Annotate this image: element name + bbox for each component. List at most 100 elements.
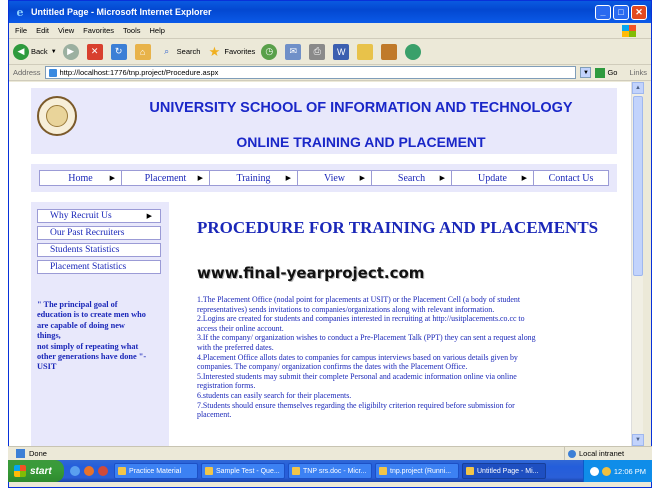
go-button[interactable]: Go [607, 68, 617, 77]
task-tnp-project[interactable]: tnp.project (Runni... [375, 463, 459, 479]
procedure-line: representatives) sends invitations to co… [197, 304, 495, 314]
main-nav: Home ▶ Placement ▶ Training ▶ View ▶ Search ▶… [31, 164, 617, 192]
windows-flag-icon [14, 465, 26, 477]
main-content: PROCEDURE FOR TRAINING AND PLACEMENTS ww… [179, 202, 617, 446]
site-subtitle: ONLINE TRAINING AND PLACEMENT [236, 134, 486, 150]
print-button[interactable]: ⎙ [309, 43, 327, 60]
search-label: Search [176, 47, 201, 56]
back-arrow-icon: ◀ [13, 43, 29, 60]
menu-favorites[interactable]: Favorites [83, 26, 114, 35]
nav-arrow-icon: ▶ [521, 174, 527, 182]
procedure-line: 4.Placement Office allots dates to compa… [197, 352, 518, 362]
favorites-button[interactable]: ★ Favorites [206, 43, 256, 60]
university-logo [37, 96, 77, 136]
procedure-line: 1.The Placement Office (nodal point for … [197, 295, 521, 304]
procedure-line: 7.Students should ensure themselves rega… [197, 400, 515, 410]
address-input[interactable]: http://localhost:1776/tnp.project/Proced… [44, 66, 577, 79]
edit-button[interactable]: W [333, 43, 351, 60]
mail-icon: ✉ [285, 43, 302, 60]
page-viewport: UNIVERSITY SCHOOL OF INFORMATION AND TEC… [9, 82, 631, 446]
task-practice-material[interactable]: Practice Material [114, 463, 198, 479]
media-icon[interactable] [98, 466, 108, 476]
taskbar: start Practice Material Sample Test - Qu… [8, 460, 652, 482]
history-button[interactable]: ◷ [261, 43, 279, 60]
menu-bar: File Edit View Favorites Tools Help [9, 23, 651, 39]
forward-button[interactable]: ▶ [62, 43, 81, 60]
stop-button[interactable]: ✕ [86, 43, 105, 60]
research-icon [381, 43, 398, 60]
menu-view[interactable]: View [58, 26, 74, 35]
history-icon: ◷ [261, 43, 278, 60]
nav-home[interactable]: Home ▶ [40, 171, 122, 185]
page-title: PROCEDURE FOR TRAINING AND PLACEMENTS [197, 218, 599, 237]
address-url: http://localhost:1776/tnp.project/Proced… [59, 68, 219, 77]
refresh-icon: ↻ [110, 43, 127, 60]
back-label: Back [31, 47, 48, 56]
sidebar-item-past-recruiters[interactable]: Our Past Recruiters [37, 226, 161, 240]
maximize-button[interactable]: □ [613, 4, 629, 20]
menu-tools[interactable]: Tools [123, 26, 141, 35]
ie-icon: e [16, 5, 24, 19]
sidebar-item-why-recruit-us[interactable]: Why Recruit Us ▶ [37, 209, 161, 223]
task-tnp-srs[interactable]: TNP srs.doc - Micr... [288, 463, 372, 479]
title-bar[interactable]: e Untitled Page - Microsoft Internet Exp… [9, 1, 651, 23]
sidebar-arrow-icon: ▶ [146, 212, 152, 220]
window-title: Untitled Page - Microsoft Internet Explo… [31, 7, 212, 17]
motto-quote: " The principal goal of education is to … [37, 300, 147, 372]
forward-arrow-icon: ▶ [62, 43, 79, 60]
start-button[interactable]: start [8, 460, 64, 482]
sidebar-item-placement-statistics[interactable]: Placement Statistics [37, 260, 161, 274]
procedure-line: 3.If the company/ organization wishes to… [197, 333, 536, 343]
nav-contact-us[interactable]: Contact Us [534, 171, 608, 185]
nav-view[interactable]: View ▶ [298, 171, 372, 185]
menu-file[interactable]: File [15, 26, 27, 35]
search-button[interactable]: ⌕ Search [159, 44, 201, 60]
close-button[interactable]: ✕ [631, 4, 647, 20]
procedure-line: 2.Logins are created for students and co… [197, 314, 525, 324]
minimize-button[interactable]: _ [595, 4, 611, 20]
nav-training[interactable]: Training ▶ [210, 171, 298, 185]
star-icon: ★ [208, 43, 221, 59]
back-button[interactable]: ◀ Back ▼ [13, 43, 57, 60]
nav-arrow-icon: ▶ [439, 174, 445, 182]
firefox-icon[interactable] [84, 466, 94, 476]
go-arrow-icon[interactable] [595, 67, 606, 78]
links-button[interactable]: Links [629, 68, 647, 77]
task-untitled-page[interactable]: Untitled Page - Mi... [462, 463, 546, 479]
vertical-scrollbar[interactable]: ▲ ▼ [631, 82, 644, 446]
procedure-line: placement. [197, 410, 232, 420]
mail-button[interactable]: ✉ [285, 43, 303, 60]
search-icon: ⌕ [164, 46, 170, 56]
address-dropdown-icon[interactable]: ▼ [580, 67, 592, 78]
windows-logo-icon [622, 24, 636, 37]
scroll-up-icon[interactable]: ▲ [632, 82, 644, 94]
folder-icon [357, 43, 374, 60]
scroll-thumb[interactable] [633, 96, 643, 276]
tray-icon[interactable] [589, 466, 599, 476]
nav-arrow-icon: ▶ [109, 174, 115, 182]
procedure-line: registration forms. [197, 381, 256, 391]
system-tray: 12:06 PM [582, 460, 652, 482]
scroll-down-icon[interactable]: ▼ [632, 434, 644, 446]
folder-button[interactable] [357, 43, 375, 60]
procedure-line: 6.students can easily search for their p… [197, 390, 352, 400]
procedure-line: companies. The company/ organization con… [197, 362, 468, 372]
refresh-button[interactable]: ↻ [110, 43, 129, 60]
ie-quicklaunch-icon[interactable] [70, 466, 80, 476]
research-button[interactable] [381, 43, 399, 60]
watermark-text: www.final-yearproject.com [197, 264, 425, 282]
chevron-down-icon: ▼ [50, 48, 57, 55]
menu-help[interactable]: Help [150, 26, 165, 35]
word-icon: W [333, 43, 350, 60]
home-button[interactable]: ⌂ [134, 43, 153, 60]
nav-arrow-icon: ▶ [359, 174, 365, 182]
task-sample-test[interactable]: Sample Test - Que... [201, 463, 285, 479]
sidebar-item-students-statistics[interactable]: Students Statistics [37, 243, 161, 257]
nav-search[interactable]: Search ▶ [372, 171, 452, 185]
tray-icon[interactable] [601, 466, 611, 476]
menu-edit[interactable]: Edit [36, 26, 49, 35]
nav-placement[interactable]: Placement ▶ [122, 171, 210, 185]
messenger-button[interactable] [405, 43, 423, 60]
favorites-label: Favorites [224, 47, 256, 56]
nav-update[interactable]: Update ▶ [452, 171, 534, 185]
